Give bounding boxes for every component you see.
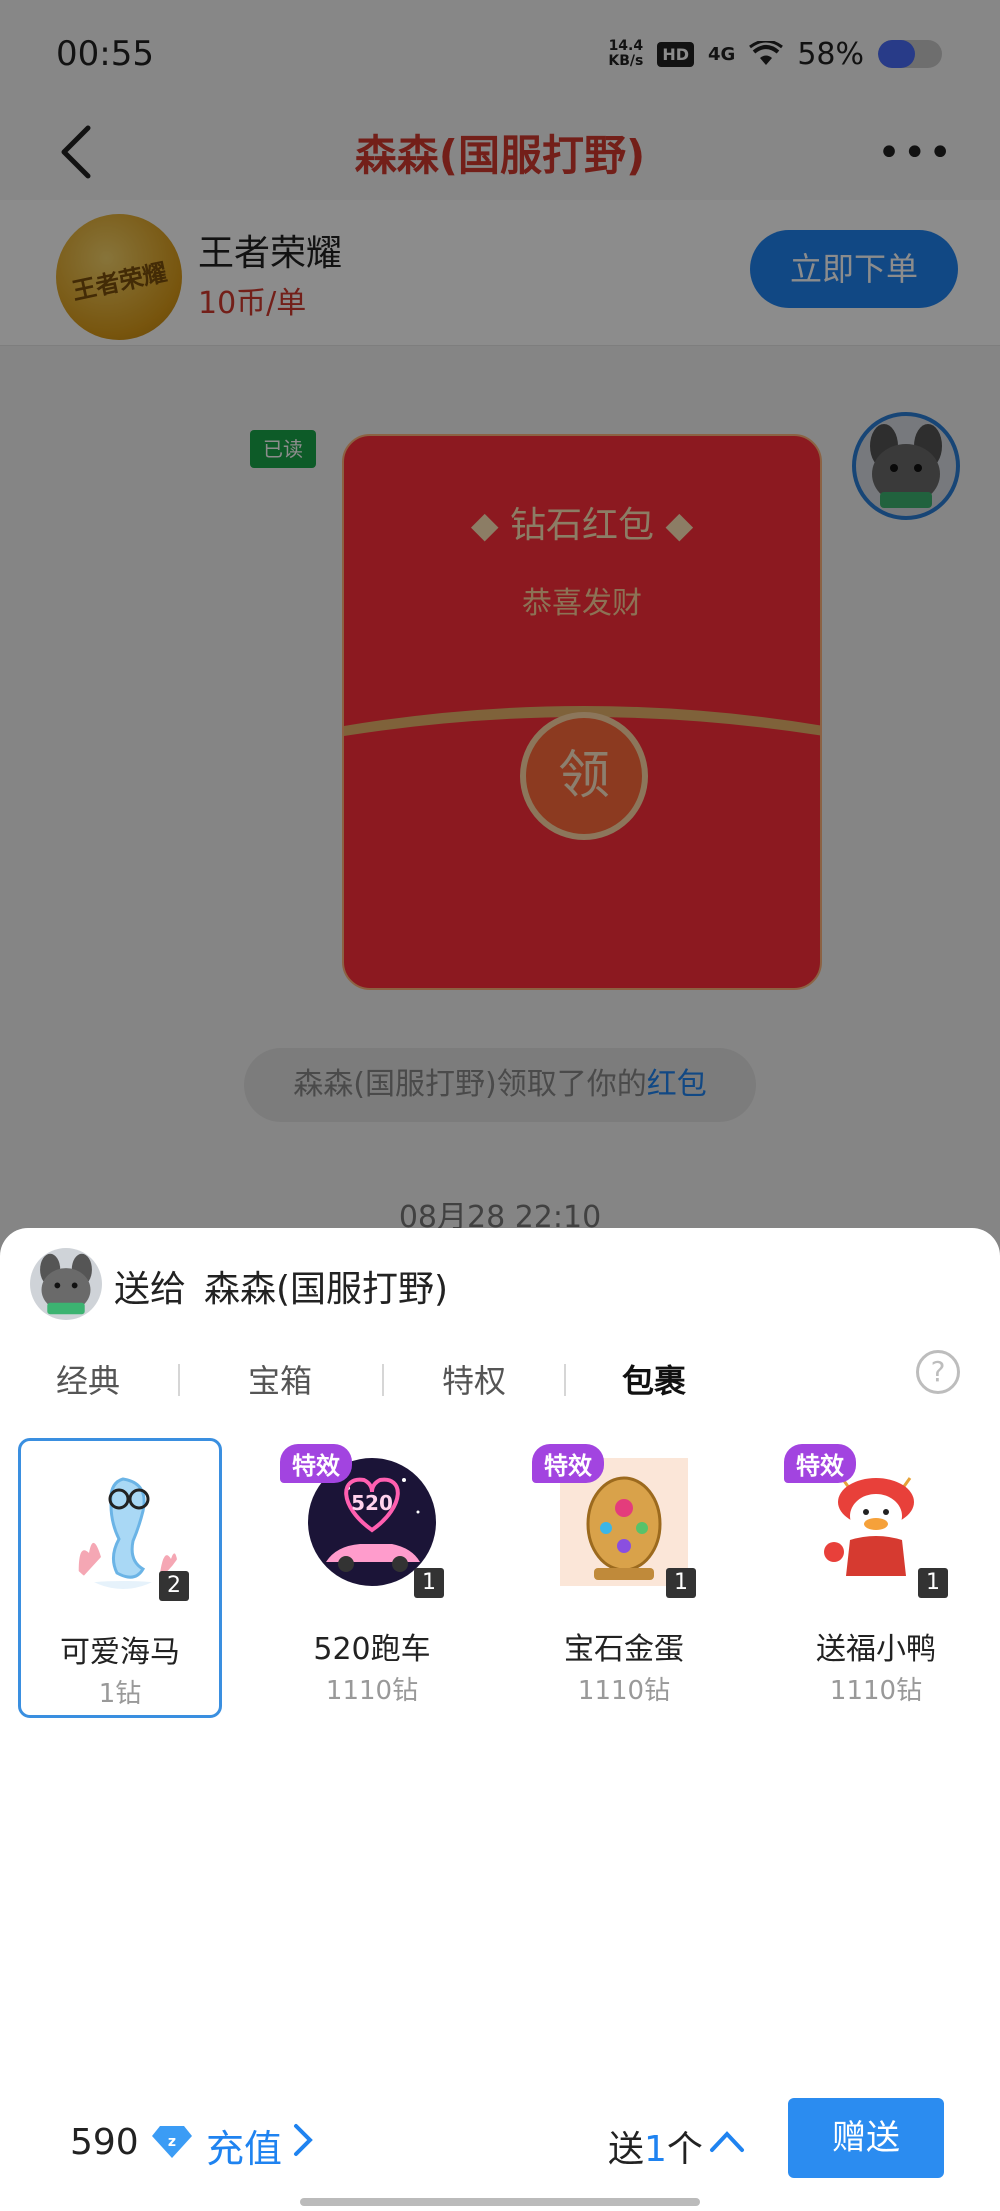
chevron-right-icon[interactable]	[288, 2120, 318, 2160]
svg-text:z: z	[168, 2134, 176, 2150]
gift-count-badge: 2	[159, 1571, 189, 1601]
tab-divider	[382, 1364, 384, 1396]
svg-text:520: 520	[351, 1491, 393, 1515]
tab-privilege[interactable]: 特权	[442, 1356, 506, 1402]
gift-name: 可爱海马	[60, 1635, 180, 1670]
gift-price: 1110钻	[325, 1676, 419, 1706]
recipient-name: 森森(国服打野)	[204, 1269, 449, 1310]
diamond-icon: z	[152, 2126, 192, 2158]
gift-name: 520跑车	[313, 1632, 431, 1667]
tab-backpack[interactable]: 包裹	[622, 1356, 686, 1402]
send-quantity[interactable]: 送1个	[608, 2120, 703, 2172]
gift-count-badge: 1	[414, 1568, 444, 1598]
gift-name: 宝石金蛋	[564, 1632, 684, 1667]
gift-tabs: 经典 宝箱 特权 包裹 ?	[0, 1350, 1000, 1414]
recipient-avatar	[30, 1248, 102, 1320]
tab-divider	[178, 1364, 180, 1396]
gift-price: 1110钻	[829, 1676, 923, 1706]
gift-footer: 590 z 充值 送1个 赠送	[0, 2098, 1000, 2198]
gift-count-badge: 1	[918, 1568, 948, 1598]
gift-item-sports-car[interactable]: 520 特效 1 520跑车 1110钻	[270, 1438, 474, 1718]
send-gift-button[interactable]: 赠送	[788, 2098, 944, 2178]
diamond-balance: 590	[70, 2122, 139, 2163]
gift-sheet: 送给 森森(国服打野) 经典 宝箱 特权 包裹 ? 2 可爱海马 1钻 520 …	[0, 1228, 1000, 2211]
gift-item-golden-egg[interactable]: 特效 1 宝石金蛋 1110钻	[522, 1438, 726, 1718]
special-effect-badge: 特效	[784, 1444, 856, 1483]
gift-price: 1110钻	[577, 1676, 671, 1706]
tab-divider	[564, 1364, 566, 1396]
seahorse-icon	[59, 1461, 187, 1589]
bunny-avatar-icon	[40, 1253, 92, 1315]
tab-classic[interactable]: 经典	[56, 1356, 120, 1402]
gift-grid: 2 可爱海马 1钻 520 特效 1 520跑车 1110钻 特效 1 宝石金蛋…	[0, 1438, 1000, 1728]
chevron-up-icon[interactable]	[708, 2124, 746, 2158]
gift-count-badge: 1	[666, 1568, 696, 1598]
gift-item-seahorse[interactable]: 2 可爱海马 1钻	[18, 1438, 222, 1718]
tab-chest[interactable]: 宝箱	[248, 1356, 312, 1402]
recharge-button[interactable]: 充值	[206, 2118, 282, 2173]
special-effect-badge: 特效	[532, 1444, 604, 1483]
gift-name: 送福小鸭	[816, 1632, 936, 1667]
gift-price: 1钻	[98, 1679, 142, 1709]
special-effect-badge: 特效	[280, 1444, 352, 1483]
gift-item-lucky-duck[interactable]: 特效 1 送福小鸭 1110钻	[774, 1438, 978, 1718]
help-icon[interactable]: ?	[916, 1350, 960, 1394]
send-to-title: 送给 森森(国服打野)	[114, 1269, 449, 1310]
home-indicator	[300, 2198, 700, 2206]
